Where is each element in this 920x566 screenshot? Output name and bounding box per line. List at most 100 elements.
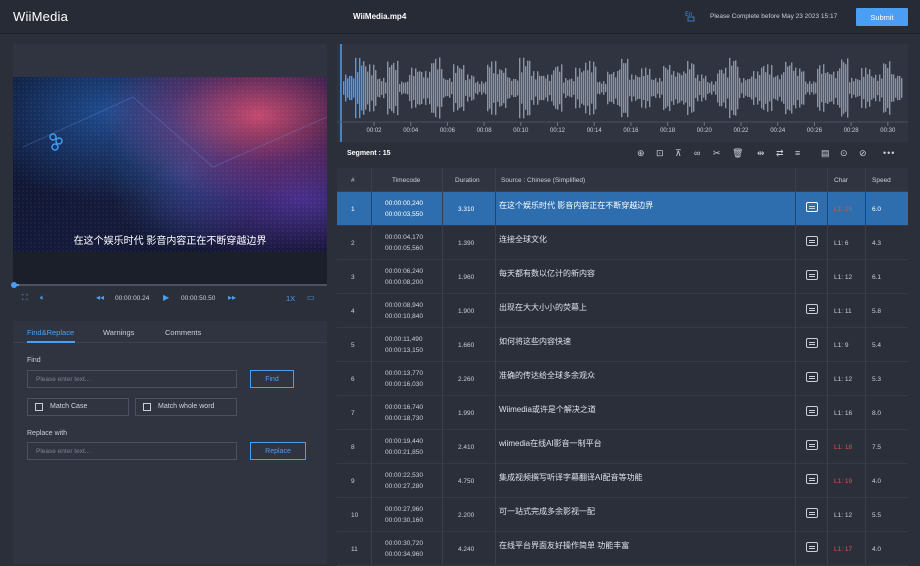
swap-icon[interactable]: ⇄ xyxy=(776,148,784,159)
waveform-bar xyxy=(619,69,621,107)
fullscreen-icon[interactable]: ⛶ xyxy=(22,293,28,303)
table-row[interactable]: 1 00:00:00,240 00:00:03,550 3.310 在这个娱乐时代 影音… xyxy=(337,192,908,226)
waveform-bar xyxy=(767,64,769,112)
waveform-bar xyxy=(769,74,771,102)
waveform-bar xyxy=(737,66,739,110)
tab-warnings[interactable]: Warnings xyxy=(103,328,134,337)
table-row[interactable]: 4 00:00:08,940 00:00:10,840 1.900 出现在大大小小的荧幕… xyxy=(337,294,908,328)
comment-icon[interactable] xyxy=(806,304,818,314)
comment-icon[interactable] xyxy=(806,338,818,348)
comment-icon[interactable] xyxy=(806,542,818,552)
row-number: 6 xyxy=(351,376,355,383)
volume-icon[interactable]: 🔈︎ xyxy=(40,293,45,303)
row-source-text[interactable]: 连接全球文化 xyxy=(499,234,547,245)
video-progress-handle[interactable] xyxy=(11,282,17,288)
waveform-bar xyxy=(775,76,777,100)
tab-comments[interactable]: Comments xyxy=(165,328,201,337)
waveform-bar xyxy=(405,82,407,94)
submit-button[interactable]: Submit xyxy=(856,8,908,26)
find-input[interactable] xyxy=(27,370,237,388)
rewind-icon[interactable]: ◂◂ xyxy=(96,293,104,302)
row-source-text[interactable]: 在这个娱乐时代 影音内容正在不断穿越边界 xyxy=(499,200,653,211)
merge-icon[interactable]: ⇹ xyxy=(757,148,765,159)
row-source-text[interactable]: 每天都有数以亿计的新内容 xyxy=(499,268,595,279)
waveform-bar xyxy=(547,74,549,102)
video-player[interactable]: 在这个娱乐时代 影音内容正在不断穿越边界 xyxy=(13,44,327,284)
waveform-bar xyxy=(583,70,585,106)
search-icon[interactable]: ⊘ xyxy=(859,148,867,159)
comment-icon[interactable] xyxy=(806,372,818,382)
waveform-bar xyxy=(479,84,481,92)
playback-speed[interactable]: 1X xyxy=(286,294,295,303)
match-whole-word-checkbox[interactable]: Match whole word xyxy=(135,398,237,416)
translate-icon[interactable]: En xyxy=(685,10,697,22)
waveform-bar xyxy=(409,74,411,102)
scissors-icon[interactable]: ✂ xyxy=(713,148,721,159)
top-bar: WiiMedia WiiMedia.mp4 En Please Complete… xyxy=(0,0,920,34)
waveform-bar xyxy=(743,78,745,98)
forward-icon[interactable]: ▸▸ xyxy=(228,293,236,302)
table-row[interactable]: 2 00:00:04,170 00:00:05,560 1.390 连接全球文化 L1: … xyxy=(337,226,908,260)
replace-button[interactable]: Replace xyxy=(250,442,306,460)
row-source-text[interactable]: 集成视频撰写听译字幕翻译AI配音等功能 xyxy=(499,472,643,483)
row-source-text[interactable]: 出现在大大小小的荧幕上 xyxy=(499,302,587,313)
table-row[interactable]: 10 00:00:27,960 00:00:30,160 2.200 可一站式完成多余影… xyxy=(337,498,908,532)
format-icon[interactable]: ≡ xyxy=(795,148,800,158)
table-row[interactable]: 8 00:00:19,440 00:00:21,850 2.410 wiimedia在线… xyxy=(337,430,908,464)
tab-find-replace[interactable]: Find&Replace xyxy=(27,328,74,337)
row-end-time: 00:00:27,280 xyxy=(385,483,423,490)
comment-icon[interactable] xyxy=(806,474,818,484)
comment-icon[interactable] xyxy=(806,508,818,518)
more-icon[interactable]: ••• xyxy=(883,148,895,158)
next-icon[interactable]: ⊙ xyxy=(840,148,848,159)
table-row[interactable]: 5 00:00:11,490 00:00:13,150 1.660 如何将这些内容快速 L… xyxy=(337,328,908,362)
comment-icon[interactable] xyxy=(806,440,818,450)
row-source-text[interactable]: 可一站式完成多余影视一配 xyxy=(499,506,595,517)
waveform-bar xyxy=(379,78,381,98)
row-duration: 1.960 xyxy=(458,274,475,281)
subtitle-toggle-icon[interactable]: ▭ xyxy=(307,293,315,302)
comment-icon[interactable] xyxy=(806,406,818,416)
table-row[interactable]: 9 00:00:22,530 00:00:27,280 4.750 集成视频撰写听译字幕… xyxy=(337,464,908,498)
row-source-text[interactable]: wiimedia在线AI影音一制平台 xyxy=(499,438,602,449)
waveform-bar xyxy=(703,78,705,98)
screenshot-icon[interactable]: ⊡ xyxy=(656,148,664,159)
waveform-graph[interactable]: 00:02 00:04 00:06 00:08 00:10 00:12 00:14 00:16… xyxy=(337,44,908,142)
waveform-bar xyxy=(449,78,451,98)
split-icon[interactable]: ⊼ xyxy=(675,148,682,159)
row-source-text[interactable]: 如何将这些内容快速 xyxy=(499,336,571,347)
row-source-text[interactable]: 在线平台界面友好操作简单 功能丰富 xyxy=(499,540,629,551)
table-row[interactable]: 11 00:00:30,720 00:00:34,960 4.240 在线平台界面友好操… xyxy=(337,532,908,566)
play-segment-icon[interactable]: ⊕ xyxy=(637,148,645,159)
row-source-text[interactable]: Wiimedia或许是个解决之道 xyxy=(499,404,596,415)
table-row[interactable]: 3 00:00:06,240 00:00:08,200 1.960 每天都有数以亿计的新… xyxy=(337,260,908,294)
comment-icon[interactable] xyxy=(806,202,818,212)
waveform-bar xyxy=(733,61,735,115)
link-icon[interactable]: ∞ xyxy=(694,148,700,158)
waveform-bar xyxy=(833,71,835,105)
waveform-bar xyxy=(535,79,537,97)
match-case-checkbox[interactable]: Match Case xyxy=(27,398,129,416)
comment-icon[interactable] xyxy=(806,270,818,280)
table-row[interactable]: 6 00:00:13,770 00:00:16,030 2.260 准确的传达给全球多余… xyxy=(337,362,908,396)
comment-icon[interactable] xyxy=(806,236,818,246)
replace-input[interactable] xyxy=(27,442,237,460)
document-icon[interactable]: ▤ xyxy=(821,148,830,159)
waveform-bar xyxy=(729,57,731,119)
waveform-bar xyxy=(665,67,667,109)
row-char-count: L1: 12 xyxy=(834,274,853,281)
row-source-text[interactable]: 准确的传达给全球多余观众 xyxy=(499,370,595,381)
row-end-time: 00:00:16,030 xyxy=(385,381,423,388)
table-row[interactable]: 7 00:00:16,740 00:00:18,730 1.990 Wiimedia或许… xyxy=(337,396,908,430)
waveform-bar xyxy=(429,71,431,105)
waveform-bar xyxy=(361,65,363,111)
play-icon[interactable]: ▶ xyxy=(163,293,169,302)
waveform-bar xyxy=(441,69,443,107)
row-char-count: L1: 11 xyxy=(834,308,852,315)
row-end-time: 00:00:21,850 xyxy=(385,449,423,456)
trash-icon[interactable]: 🗑︎ xyxy=(732,148,743,159)
waveform[interactable]: 00:02 00:04 00:06 00:08 00:10 00:12 00:14 00:16… xyxy=(337,44,908,142)
find-button[interactable]: Find xyxy=(250,370,294,388)
time-tick-label: 00:02 xyxy=(366,128,382,134)
video-progress-bar[interactable] xyxy=(11,282,327,288)
